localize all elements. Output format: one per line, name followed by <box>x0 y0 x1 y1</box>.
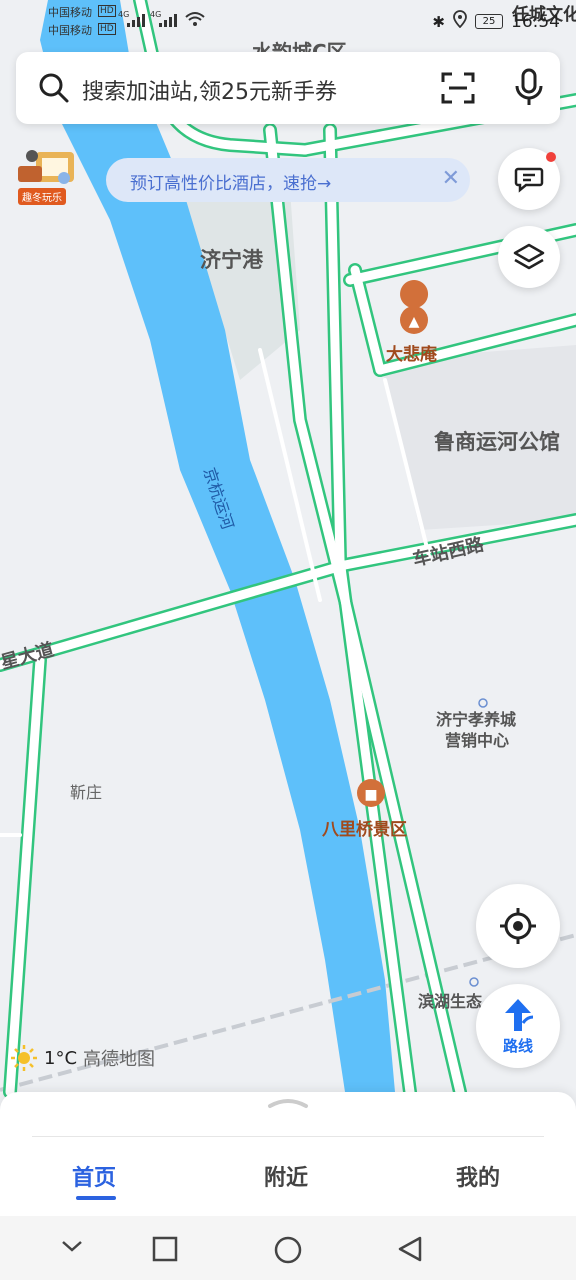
poi-marker-baliqiao: ■ <box>357 779 385 807</box>
collapse-icon[interactable] <box>60 1238 84 1254</box>
recent-apps-icon[interactable] <box>152 1236 178 1262</box>
route-label: 路线 <box>502 1036 533 1055</box>
notification-dot <box>546 152 556 162</box>
drag-handle-icon[interactable] <box>266 1096 310 1110</box>
map-label-jininggang: 济宁港 <box>200 248 263 272</box>
scan-icon[interactable] <box>440 70 476 110</box>
map-label-dabeian: 大悲庵 <box>386 345 437 365</box>
clock: 16:54 <box>511 11 560 32</box>
map-label-baliqiao: 八里桥景区 <box>322 820 407 840</box>
signal-icon-1 <box>126 12 148 31</box>
tab-home-indicator <box>76 1196 116 1200</box>
route-button[interactable]: 路线 <box>476 984 560 1068</box>
map-label-binhu: 滨湖生态 <box>418 992 483 1011</box>
svg-text:■: ■ <box>364 787 377 803</box>
microphone-icon[interactable] <box>514 68 544 112</box>
home-icon[interactable] <box>273 1235 303 1265</box>
message-icon <box>514 167 544 193</box>
battery-icon: 25 <box>475 14 503 29</box>
signal-icon-2 <box>158 12 180 31</box>
messages-button[interactable] <box>498 148 560 210</box>
locate-me-button[interactable] <box>476 884 560 968</box>
hotel-promo-banner[interactable]: 预订高性价比酒店，速抢→ ✕ <box>106 158 470 202</box>
carrier-2: 中国移动 <box>48 24 92 37</box>
brand-logo: 高德地图 <box>83 1049 156 1070</box>
tab-nearby[interactable]: 附近 <box>264 1160 308 1192</box>
status-bar: 中国移动 中国移动 HD HD 4G 4G ✱ 25 16:54 <box>0 0 576 40</box>
temperature: 1°C <box>44 1047 78 1069</box>
back-icon[interactable] <box>396 1235 424 1263</box>
winter-fun-badge[interactable]: 趣冬玩乐 <box>14 146 78 206</box>
close-icon[interactable]: ✕ <box>442 166 460 191</box>
svg-text:▲: ▲ <box>409 314 420 330</box>
search-icon <box>38 72 70 108</box>
layers-icon <box>513 243 545 270</box>
weather-widget[interactable]: 1°C 高德地图 <box>10 1044 155 1072</box>
layers-button[interactable] <box>498 226 560 288</box>
route-arrow-icon <box>505 998 534 1031</box>
bluetooth-icon: ✱ <box>432 12 445 31</box>
map-label-xiaoyang2: 营销中心 <box>445 731 510 750</box>
hd-badge-1: HD <box>98 5 116 17</box>
location-icon <box>453 10 467 33</box>
carrier-1: 中国移动 <box>48 6 92 19</box>
system-nav-bar <box>0 1216 576 1280</box>
map-label-jinzhuang: 靳庄 <box>70 783 103 802</box>
hd-badge-2: HD <box>98 23 116 35</box>
tab-mine[interactable]: 我的 <box>456 1160 500 1192</box>
divider <box>32 1136 544 1137</box>
promo-text: 预订高性价比酒店，速抢→ <box>130 174 332 194</box>
locate-icon <box>500 908 536 944</box>
winter-fun-label: 趣冬玩乐 <box>18 188 66 205</box>
map-label-lushang: 鲁商运河公馆 <box>434 430 560 454</box>
wifi-icon <box>184 10 206 31</box>
tab-home[interactable]: 首页 <box>72 1160 116 1192</box>
sun-icon <box>11 1045 37 1071</box>
search-input[interactable]: 搜索加油站,领25元新手券 <box>82 74 337 106</box>
search-bar[interactable]: 搜索加油站,领25元新手券 <box>16 52 560 124</box>
